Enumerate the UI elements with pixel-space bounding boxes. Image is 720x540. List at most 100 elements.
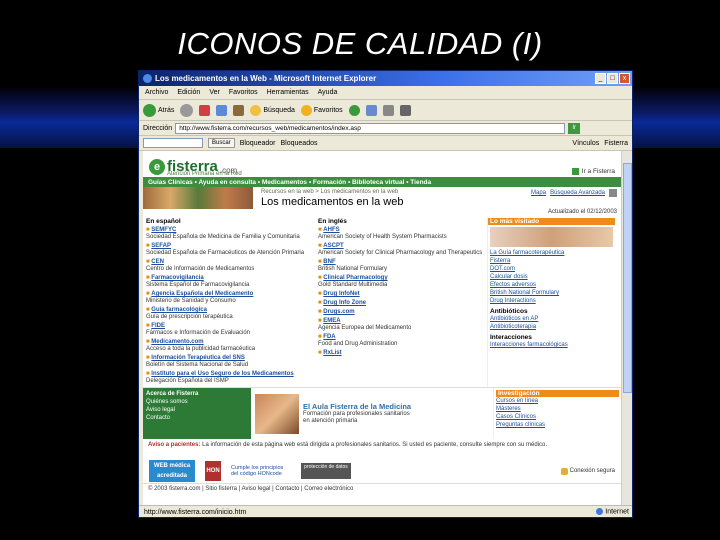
research-link[interactable]: Casos Clínicos <box>496 413 619 421</box>
resource-link[interactable]: Drug InfoNet <box>323 291 359 297</box>
resource-description: Centro de Información de Medicamentos <box>146 266 255 272</box>
data-protection-badge[interactable]: protección de datos <box>301 463 351 479</box>
sidebar-link[interactable]: Antibióticos en AP <box>488 315 615 323</box>
research-link[interactable]: Cursos en línea <box>496 397 619 405</box>
menu-herramientas[interactable]: Herramientas <box>267 89 309 96</box>
resource-link[interactable]: FDA <box>323 334 335 340</box>
resource-link[interactable]: Drug Info Zone <box>323 300 366 306</box>
resource-item: ■ Drug InfoNet <box>318 291 484 298</box>
resource-link[interactable]: EMEA <box>323 318 340 324</box>
mail-button[interactable] <box>365 104 377 116</box>
resource-link[interactable]: Farmacovigilancia <box>151 275 203 281</box>
site-nav[interactable]: Guías Clínicas • Ayuda en consulta • Med… <box>143 177 621 187</box>
about-link-who[interactable]: Quiénes somos <box>146 398 248 406</box>
menu-edicion[interactable]: Edición <box>177 89 200 96</box>
resource-link[interactable]: BNF <box>323 259 335 265</box>
history-button[interactable] <box>348 104 360 116</box>
history-icon <box>348 104 360 116</box>
sidebar-link[interactable]: Calcular dosis <box>488 273 615 281</box>
menu-archivo[interactable]: Archivo <box>145 89 168 96</box>
sidebar-link[interactable]: Drug Interactions <box>488 297 615 305</box>
advanced-search-link[interactable]: Búsqueda Avanzada <box>550 190 605 196</box>
refresh-button[interactable] <box>216 104 228 116</box>
status-bar: http://www.fisterra.com/inicio.htm Inter… <box>139 505 632 517</box>
back-button[interactable]: Atrás <box>143 103 174 117</box>
lower-section: Acerca de Fisterra Quiénes somos Aviso l… <box>143 387 621 439</box>
resource-link[interactable]: Instituto para el Uso Seguro de los Medi… <box>151 371 293 377</box>
resource-link[interactable]: RxList <box>323 350 341 356</box>
printer-icon <box>382 104 394 116</box>
sidebar-link[interactable]: British National Formulary <box>488 289 615 297</box>
mail-icon <box>365 104 377 116</box>
resource-link[interactable]: SEMFYC <box>151 227 176 233</box>
vertical-scrollbar[interactable] <box>621 151 632 505</box>
edit-button[interactable] <box>399 104 411 116</box>
sidebar-link[interactable]: Efectos adversos <box>488 281 615 289</box>
resource-link[interactable]: CEN <box>151 259 164 265</box>
resource-link[interactable]: ASCPT <box>323 243 343 249</box>
hon-code-badge[interactable]: HON code <box>205 461 221 494</box>
resource-link[interactable]: FIDE <box>151 323 165 329</box>
sidebar-link[interactable]: Interacciones farmacológicas <box>488 341 615 349</box>
resource-item: ■ Información Terapéutica del SNS Boletín… <box>146 355 312 369</box>
sidebar-link[interactable]: DOT.com <box>488 265 615 273</box>
print-button[interactable] <box>382 104 394 116</box>
header-right[interactable]: Ir a Fisterra <box>571 168 615 175</box>
resource-link[interactable]: AHFS <box>323 227 339 233</box>
close-button[interactable]: x <box>619 73 630 84</box>
window-titlebar[interactable]: Los medicamentos en la Web - Microsoft I… <box>139 71 632 86</box>
site-nav-links[interactable]: Guías Clínicas • Ayuda en consulta • Med… <box>148 179 431 186</box>
resource-description: Food and Drug Administration <box>318 341 398 347</box>
favorites-button[interactable]: Favoritos <box>300 104 343 116</box>
resource-link[interactable]: Guía farmacológica <box>151 307 207 313</box>
interactions-heading: Interacciones <box>490 334 532 341</box>
go-button[interactable]: Ir <box>568 122 581 134</box>
promo-box[interactable]: El Aula Fisterra de la Medicina Formació… <box>251 388 493 439</box>
address-input[interactable]: http://www.fisterra.com/recursos_web/med… <box>175 122 566 134</box>
menu-ayuda[interactable]: Ayuda <box>318 89 338 96</box>
sidebar-link[interactable]: La Guía farmacoterapéutica <box>488 249 615 257</box>
search-label: Búsqueda <box>263 106 295 114</box>
toolbar-search-input[interactable] <box>143 138 203 148</box>
research-link[interactable]: Másteres <box>496 405 619 413</box>
resource-item: ■ FIDE Fármacos e Información de Evaluaci… <box>146 323 312 337</box>
stop-button[interactable] <box>199 104 211 116</box>
menu-favoritos[interactable]: Favoritos <box>229 89 258 96</box>
resource-link[interactable]: Medicamento.com <box>151 339 203 345</box>
menu-ver[interactable]: Ver <box>209 89 220 96</box>
links-label[interactable]: Vínculos <box>572 140 599 147</box>
about-link-legal[interactable]: Aviso legal <box>146 406 248 414</box>
resource-item: ■ Drugs.com <box>318 309 484 316</box>
sidebar-link[interactable]: Fisterra <box>488 257 615 265</box>
hon-code-text[interactable]: Cumple los principios del código HONcode <box>231 465 291 477</box>
sidebar-link[interactable]: Antibioticoterapia <box>488 323 615 331</box>
about-box: Acerca de Fisterra Quiénes somos Aviso l… <box>143 388 251 439</box>
scrollbar-thumb[interactable] <box>623 163 632 393</box>
about-link-contact[interactable]: Contacto <box>146 414 248 422</box>
resource-link[interactable]: SEFAP <box>151 243 171 249</box>
maximize-button[interactable]: □ <box>607 73 618 84</box>
resource-link[interactable]: Drugs.com <box>323 309 354 315</box>
search-button[interactable]: Búsqueda <box>250 104 295 116</box>
print-page-icon[interactable] <box>609 189 617 197</box>
breadcrumb[interactable]: Recursos en la web > Los medicamentos en… <box>261 189 403 195</box>
home-button[interactable] <box>233 104 245 116</box>
minimize-button[interactable]: _ <box>595 73 606 84</box>
resource-link[interactable]: Información Terapéutica del SNS <box>151 355 245 361</box>
resource-link[interactable]: Agencia Española del Medicamento <box>151 291 253 297</box>
popups-blocked-link[interactable]: Bloqueados <box>281 140 318 147</box>
toolbar-search-button[interactable]: Buscar <box>208 138 235 148</box>
map-link[interactable]: Mapa <box>531 190 546 196</box>
forward-button[interactable] <box>180 103 194 117</box>
status-zone-label: Internet <box>605 508 629 516</box>
popup-blocker-link[interactable]: Bloqueador <box>240 140 276 147</box>
resource-description: Sociedad Española de Medicina de Familia… <box>146 234 300 240</box>
links-fisterra[interactable]: Fisterra <box>604 140 632 147</box>
resource-item: ■ FDA Food and Drug Administration <box>318 334 484 348</box>
research-link[interactable]: Preguntas clínicas <box>496 421 619 429</box>
secure-label: Conexión segura <box>569 468 615 474</box>
resource-description: Guía de prescripción terapéutica <box>146 314 233 320</box>
web-medica-acreditada-badge[interactable]: WEB médica acreditada <box>149 460 195 482</box>
back-arrow-icon <box>143 103 156 117</box>
resource-link[interactable]: Clinical Pharmacology <box>323 275 387 281</box>
